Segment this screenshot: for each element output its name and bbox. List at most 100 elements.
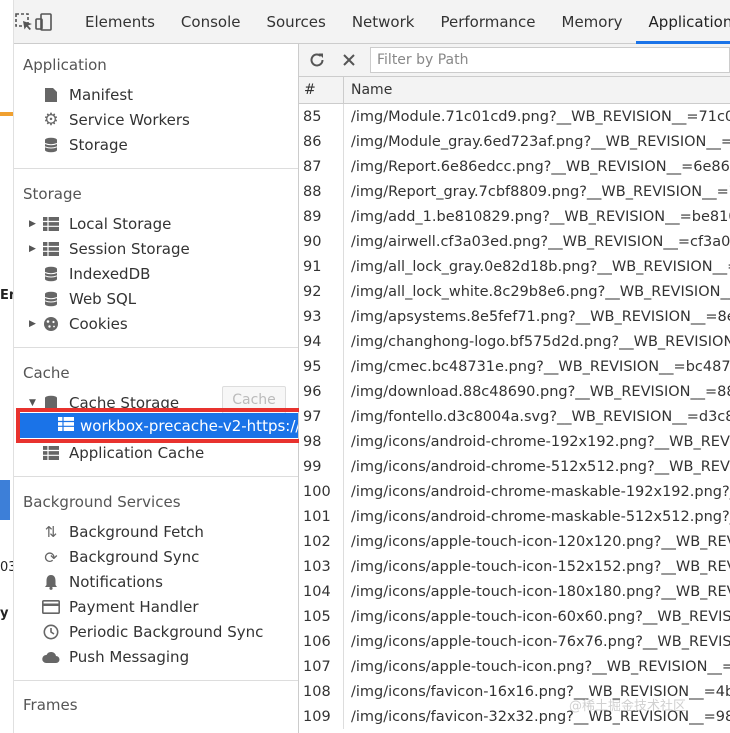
row-index: 107 [299,654,344,679]
row-path: /img/icons/apple-touch-icon-152x152.png?… [351,558,730,575]
tab-console[interactable]: Console [168,0,254,44]
sidebar-item-label: Storage [69,136,128,154]
sidebar-item-label: Push Messaging [69,648,190,666]
device-toolbar-icon[interactable] [34,0,54,44]
row-index: 101 [299,504,344,529]
table-row[interactable]: 95/img/cmec.bc48731e.png?__WB_REVISION__… [299,354,730,379]
sidebar-item-label: Session Storage [69,240,190,258]
gear-icon: ⚙ [43,110,59,130]
table-row[interactable]: 93/img/apsystems.8e5fef71.png?__WB_REVIS… [299,304,730,329]
database-icon [40,136,62,154]
sidebar-item-workbox-precache[interactable]: workbox-precache-v2-https://ww [18,413,298,438]
collapse-arrow-icon[interactable]: ▼ [29,398,39,408]
section-title-frames: Frames [23,696,78,714]
row-index: 89 [299,204,344,229]
sidebar-item-web-sql[interactable]: Web SQL [40,288,136,310]
row-index: 98 [299,429,344,454]
page-accent-bar [0,112,13,116]
row-index: 103 [299,554,344,579]
row-index: 106 [299,629,344,654]
row-path: /img/changhong-logo.bf575d2d.png?__WB_RE… [351,333,730,350]
table-row[interactable]: 92/img/all_lock_white.8c29b8e6.png?__WB_… [299,279,730,304]
expand-arrow-icon[interactable]: ▶ [29,319,39,329]
tab-sources[interactable]: Sources [253,0,338,44]
sidebar-item-cache-storage[interactable]: ▼ Cache Storage [29,392,179,414]
sidebar-item-push-messaging[interactable]: Push Messaging [40,646,189,668]
sidebar-item-background-fetch[interactable]: ⇅ Background Fetch [40,521,204,543]
table-row[interactable]: 107/img/icons/apple-touch-icon.png?__WB_… [299,654,730,679]
tab-performance[interactable]: Performance [427,0,548,44]
table-row[interactable]: 101/img/icons/android-chrome-maskable-51… [299,504,730,529]
tab-elements[interactable]: Elements [72,0,168,44]
table-row[interactable]: 87/img/Report.6e86edcc.png?__WB_REVISION… [299,154,730,179]
filter-by-path-input[interactable] [370,47,730,73]
database-icon [40,394,62,412]
sidebar-item-periodic-background-sync[interactable]: Periodic Background Sync [40,621,263,643]
table-row[interactable]: 103/img/icons/apple-touch-icon-152x152.p… [299,554,730,579]
document-icon [40,86,62,104]
row-index: 109 [299,704,344,729]
row-index: 97 [299,404,344,429]
row-path: /img/icons/apple-touch-icon-120x120.png?… [351,533,730,550]
table-row[interactable]: 99/img/icons/android-chrome-512x512.png?… [299,454,730,479]
sidebar-item-cookies[interactable]: ▶ Cookies [29,313,128,335]
table-row[interactable]: 106/img/icons/apple-touch-icon-76x76.png… [299,629,730,654]
table-row[interactable]: 86/img/Module_gray.6ed723af.png?__WB_REV… [299,129,730,154]
row-path: /img/icons/apple-touch-icon-180x180.png?… [351,583,730,600]
sidebar-item-label: Service Workers [69,111,190,129]
table-row[interactable]: 89/img/add_1.be810829.png?__WB_REVISION_… [299,204,730,229]
tab-memory[interactable]: Memory [549,0,636,44]
row-path: /img/all_lock_gray.0e82d18b.png?__WB_REV… [351,258,730,275]
tab-network[interactable]: Network [339,0,428,44]
row-path: /img/cmec.bc48731e.png?__WB_REVISION__=b… [351,358,730,375]
sidebar-item-manifest[interactable]: Manifest [40,84,133,106]
cache-tooltip-button: Cache [222,386,286,414]
table-row[interactable]: 90/img/airwell.cf3a03ed.png?__WB_REVISIO… [299,229,730,254]
sidebar-item-application-cache[interactable]: Application Cache [40,442,204,464]
column-header-index[interactable]: # [299,77,344,103]
sidebar-item-label: Local Storage [69,215,172,233]
inspect-element-icon[interactable] [14,0,34,44]
refresh-icon[interactable] [303,44,331,77]
sidebar-item-payment-handler[interactable]: Payment Handler [40,596,199,618]
grid-table-icon [40,215,62,233]
clear-icon[interactable] [335,44,363,77]
table-row[interactable]: 91/img/all_lock_gray.0e82d18b.png?__WB_R… [299,254,730,279]
expand-arrow-icon[interactable]: ▶ [29,219,39,229]
row-index: 104 [299,579,344,604]
cache-entries-table: 85/img/Module.71c01cd9.png?__WB_REVISION… [299,104,730,729]
row-index: 94 [299,329,344,354]
cache-storage-panel: # Name 85/img/Module.71c01cd9.png?__WB_R… [299,44,730,733]
sidebar-item-storage[interactable]: Storage [40,134,128,156]
sidebar-item-notifications[interactable]: Notifications [40,571,163,593]
sidebar-item-indexeddb[interactable]: IndexedDB [40,263,150,285]
row-path: /img/icons/android-chrome-maskable-192x1… [351,483,730,500]
sidebar-item-background-sync[interactable]: ⟳ Background Sync [40,546,199,568]
row-index: 86 [299,129,344,154]
sidebar-item-local-storage[interactable]: ▶ Local Storage [29,213,171,235]
table-row[interactable]: 97/img/fontello.d3c8004a.svg?__WB_REVISI… [299,404,730,429]
row-index: 92 [299,279,344,304]
table-row[interactable]: 96/img/download.88c48690.png?__WB_REVISI… [299,379,730,404]
row-path: /img/icons/android-chrome-512x512.png?__… [351,458,730,475]
devtools-toolbar: Elements Console Sources Network Perform… [14,0,730,44]
table-row[interactable]: 94/img/changhong-logo.bf575d2d.png?__WB_… [299,329,730,354]
watermark-text: @稀土掘金技术社区 [569,699,687,714]
table-row[interactable]: 100/img/icons/android-chrome-maskable-19… [299,479,730,504]
sidebar-item-service-workers[interactable]: ⚙ Service Workers [40,109,190,131]
table-row[interactable]: 102/img/icons/apple-touch-icon-120x120.p… [299,529,730,554]
table-row[interactable]: 88/img/Report_gray.7cbf8809.png?__WB_REV… [299,179,730,204]
row-path: /img/fontello.d3c8004a.svg?__WB_REVISION… [351,408,730,425]
table-row[interactable]: 85/img/Module.71c01cd9.png?__WB_REVISION… [299,104,730,129]
tab-application[interactable]: Application [635,0,730,44]
column-header-name[interactable]: Name [344,77,730,103]
page-text-fragment: En [0,288,13,303]
table-row[interactable]: 104/img/icons/apple-touch-icon-180x180.p… [299,579,730,604]
row-index: 108 [299,679,344,704]
section-title-storage: Storage [23,185,82,203]
expand-arrow-icon[interactable]: ▶ [29,244,39,254]
table-row[interactable]: 105/img/icons/apple-touch-icon-60x60.png… [299,604,730,629]
row-path: /img/Module.71c01cd9.png?__WB_REVISION__… [351,108,730,125]
table-row[interactable]: 98/img/icons/android-chrome-192x192.png?… [299,429,730,454]
sidebar-item-session-storage[interactable]: ▶ Session Storage [29,238,190,260]
